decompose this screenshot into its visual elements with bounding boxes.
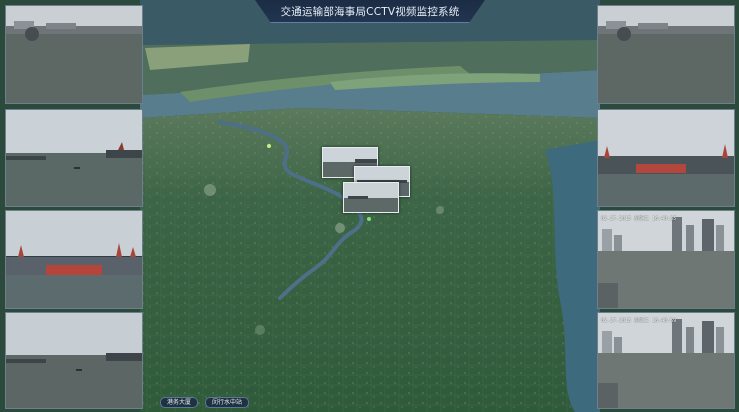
- right-feed-2[interactable]: [597, 109, 735, 207]
- left-feed-1[interactable]: [5, 5, 143, 104]
- station-label-minhang[interactable]: 闵行水中站: [205, 397, 250, 408]
- right-feed-1[interactable]: [597, 5, 735, 104]
- right-feed-3[interactable]: 02-27-2015 星期三 16:40:35: [597, 210, 735, 309]
- camera-marker[interactable]: [367, 217, 371, 221]
- camera-timestamp: 02-27-2015 星期三 16:40:35: [601, 216, 677, 222]
- title-bar: 交通运输部海事局CCTV视频监控系统: [255, 0, 485, 23]
- page-title: 交通运输部海事局CCTV视频监控系统: [280, 5, 460, 18]
- station-label-gangwu[interactable]: 港务大厦: [160, 397, 199, 408]
- left-feed-2[interactable]: [5, 109, 143, 207]
- left-feed-3[interactable]: [5, 210, 143, 309]
- camera-marker[interactable]: [267, 144, 271, 148]
- camera-timestamp: 02-27-2015 星期三 16:40:59: [601, 318, 677, 324]
- left-feed-4[interactable]: [5, 312, 143, 409]
- map-camera-popup-3[interactable]: [343, 182, 399, 213]
- right-feed-4[interactable]: 02-27-2015 星期三 16:40:59: [597, 312, 735, 409]
